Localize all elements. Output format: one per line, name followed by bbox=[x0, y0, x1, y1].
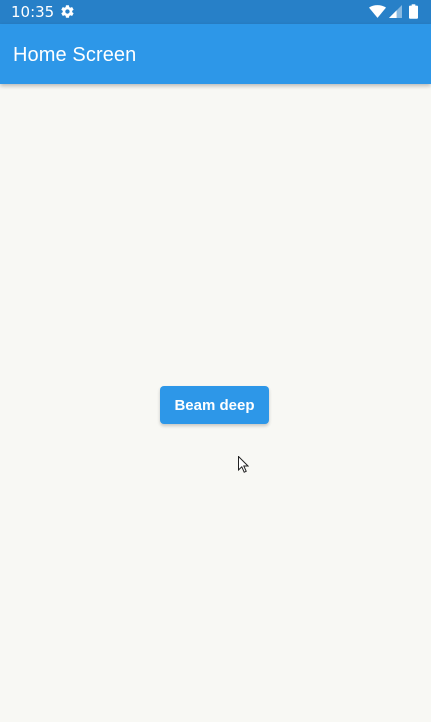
status-bar: 10:35 bbox=[0, 0, 431, 24]
phone-screen: 10:35 Home Screen Beam deep bbox=[0, 0, 431, 722]
wifi-icon bbox=[369, 5, 386, 18]
signal-icon bbox=[389, 5, 402, 18]
status-time: 10:35 bbox=[11, 3, 55, 21]
settings-icon bbox=[61, 5, 74, 18]
page-title: Home Screen bbox=[13, 44, 137, 66]
mouse-pointer-icon bbox=[238, 456, 249, 473]
beam-deep-button[interactable]: Beam deep bbox=[160, 386, 269, 424]
battery-icon bbox=[409, 4, 418, 19]
app-bar: Home Screen bbox=[0, 24, 431, 84]
